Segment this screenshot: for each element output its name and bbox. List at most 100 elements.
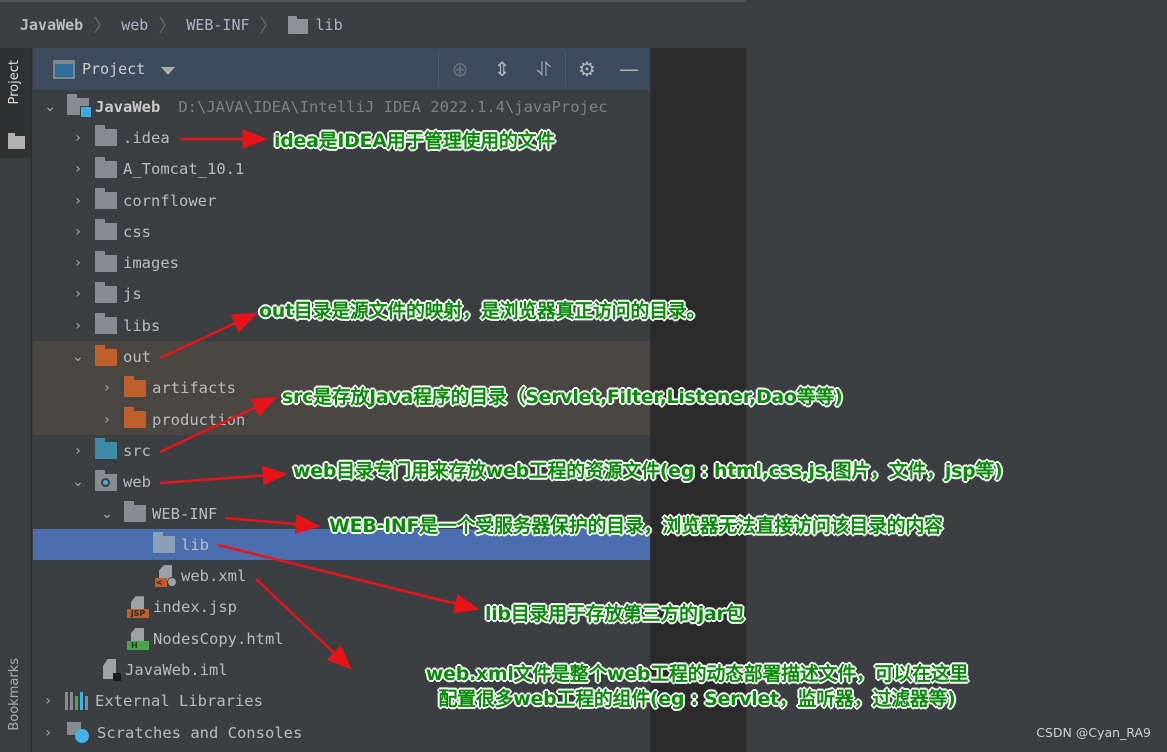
excluded-folder-icon: [95, 344, 117, 366]
chevron-right-icon[interactable]: ›: [98, 380, 116, 396]
annotation-lib: lib目录用于存放第三方的jar包: [485, 603, 745, 625]
tree-item-cornflower[interactable]: › cornflower: [33, 185, 650, 216]
annotation-web-xml-line2: 配置很多web工程的组件(eg : Servlet，监听器，过滤器等): [438, 688, 956, 710]
breadcrumb-item-lib[interactable]: lib: [316, 16, 343, 34]
tree-item-label: images: [123, 254, 179, 273]
tree-item-images[interactable]: › images: [33, 247, 650, 278]
chevron-right-icon[interactable]: ›: [39, 725, 57, 741]
chevron-down-icon[interactable]: [161, 67, 176, 75]
excluded-folder-icon: [124, 407, 146, 429]
tree-item-label: libs: [123, 316, 161, 335]
tree-root[interactable]: ⌄ JavaWeb D:\JAVA\IDEA\IntelliJ IDEA 202…: [33, 91, 650, 122]
tree-item-web-xml[interactable]: < web.xml: [33, 560, 650, 591]
folder-icon: [287, 15, 308, 34]
breadcrumb-item-web-inf[interactable]: WEB-INF: [186, 16, 249, 34]
tree-item-label: cornflower: [123, 191, 217, 210]
chevron-right-icon[interactable]: ›: [69, 318, 87, 334]
locate-icon[interactable]: ⊕: [439, 48, 481, 90]
folder-icon: [95, 281, 117, 303]
tree-item-nodescopy-html[interactable]: H NodesCopy.html: [33, 623, 650, 654]
tree-item-css[interactable]: › css: [33, 216, 650, 247]
annotation-web-xml-line1: web.xml文件是整个web工程的动态部署描述文件，可以在这里: [425, 663, 969, 685]
web-folder-icon: [95, 469, 117, 491]
chevron-right-icon[interactable]: ›: [69, 193, 87, 209]
chevron-down-icon[interactable]: ⌄: [69, 349, 87, 365]
chevron-right-icon[interactable]: ›: [98, 412, 116, 428]
annotation-web: web目录专门用来存放web工程的资源文件(eg : html,css,js,图…: [293, 460, 1003, 482]
tree-item-label: js: [123, 285, 142, 304]
chevron-right-icon: 〉: [93, 16, 112, 37]
tree-item-label: Scratches and Consoles: [97, 723, 303, 742]
chevron-down-icon[interactable]: ⌄: [41, 99, 59, 115]
module-folder-icon: [67, 94, 92, 119]
folder-icon: [95, 219, 117, 241]
tree-item-a-tomcat[interactable]: › A_Tomcat_10.1: [33, 154, 650, 185]
html-file-icon: H: [127, 627, 149, 650]
project-panel-header: Project ⊕ ⇕ ⥯ ⚙ —: [33, 48, 650, 90]
breadcrumb-item-javaweb[interactable]: JavaWeb: [20, 16, 83, 34]
bookmarks-tool-tab[interactable]: Bookmarks: [7, 658, 22, 731]
tree-item-label: NodesCopy.html: [153, 629, 284, 648]
collapse-all-icon[interactable]: ⥯: [523, 48, 565, 90]
hide-icon[interactable]: —: [608, 48, 650, 90]
scratches-icon: [65, 721, 91, 744]
folder-icon: [8, 133, 25, 149]
tree-item-label: WEB-INF: [152, 504, 218, 523]
source-folder-icon: [95, 438, 117, 460]
left-tool-stripe: Project Bookmarks: [0, 48, 32, 752]
breadcrumb-item-web[interactable]: web: [121, 16, 148, 34]
chevron-right-icon[interactable]: ›: [69, 224, 87, 240]
tree-item-label: External Libraries: [95, 692, 263, 711]
tree-item-label: index.jsp: [153, 598, 237, 617]
annotation-src: src是存放Java程序的目录（Servlet,Filter,Listener,…: [282, 386, 843, 408]
folder-icon: [124, 501, 146, 522]
chevron-down-icon[interactable]: ⌄: [98, 506, 116, 522]
panel-title[interactable]: Project: [82, 60, 145, 78]
annotation-web-inf: WEB-INF是一个受服务器保护的目录，浏览器无法直接访问该目录的内容: [329, 515, 943, 537]
tree-item-label: JavaWeb.iml: [125, 660, 228, 679]
chevron-right-icon: 〉: [259, 16, 278, 37]
tree-item-label: production: [152, 410, 246, 429]
project-path: D:\JAVA\IDEA\IntelliJ IDEA 2022.1.4\java…: [178, 97, 608, 116]
chevron-down-icon[interactable]: ⌄: [69, 474, 87, 490]
folder-icon: [95, 313, 117, 335]
xml-file-icon: <: [155, 565, 177, 588]
project-tree: ⌄ JavaWeb D:\JAVA\IDEA\IntelliJ IDEA 202…: [33, 91, 650, 748]
project-view-icon: [53, 59, 75, 79]
tree-item-label: web.xml: [181, 567, 247, 586]
tree-item-label: web: [123, 473, 151, 492]
annotation-web-xml: web.xml文件是整个web工程的动态部署描述文件，可以在这里 配置很多web…: [352, 662, 1042, 712]
libraries-icon: [65, 692, 89, 711]
gear-icon[interactable]: ⚙: [566, 48, 608, 90]
folder-icon: [95, 188, 117, 210]
jsp-file-icon: JSP: [127, 596, 149, 619]
project-tab-label: Project: [7, 60, 22, 105]
annotation-out: out目录是源文件的映射，是浏览器真正访问的目录。: [259, 300, 706, 322]
excluded-folder-icon: [124, 375, 146, 397]
chevron-right-icon[interactable]: ›: [69, 443, 87, 459]
tree-item-label: src: [123, 441, 151, 460]
folder-icon: [95, 156, 117, 178]
tree-item-label: css: [123, 222, 151, 241]
tree-item-label: artifacts: [152, 379, 236, 398]
chevron-right-icon[interactable]: ›: [69, 286, 87, 302]
watermark: CSDN @Cyan_RA9: [1036, 725, 1151, 740]
folder-icon: [95, 125, 117, 147]
annotation-idea: idea是IDEA用于管理使用的文件: [274, 130, 555, 152]
tree-item-out[interactable]: ⌄ out: [33, 341, 650, 373]
iml-file-icon: [99, 658, 121, 681]
breadcrumb: JavaWeb 〉 web 〉 WEB-INF 〉 lib: [0, 0, 746, 48]
chevron-right-icon[interactable]: ›: [39, 693, 57, 709]
tree-item-scratches[interactable]: › Scratches and Consoles: [33, 717, 650, 748]
project-tool-tab[interactable]: Project: [0, 48, 31, 158]
folder-icon: [153, 532, 175, 554]
tree-item-label: A_Tomcat_10.1: [123, 160, 245, 179]
tree-item-label: .idea: [123, 128, 170, 147]
expand-all-icon[interactable]: ⇕: [481, 48, 523, 90]
tree-item-label: lib: [181, 535, 209, 554]
chevron-right-icon[interactable]: ›: [69, 255, 87, 271]
chevron-right-icon[interactable]: ›: [69, 130, 87, 146]
chevron-right-icon[interactable]: ›: [69, 161, 87, 177]
tree-item-label: out: [123, 348, 151, 367]
folder-icon: [95, 250, 117, 272]
